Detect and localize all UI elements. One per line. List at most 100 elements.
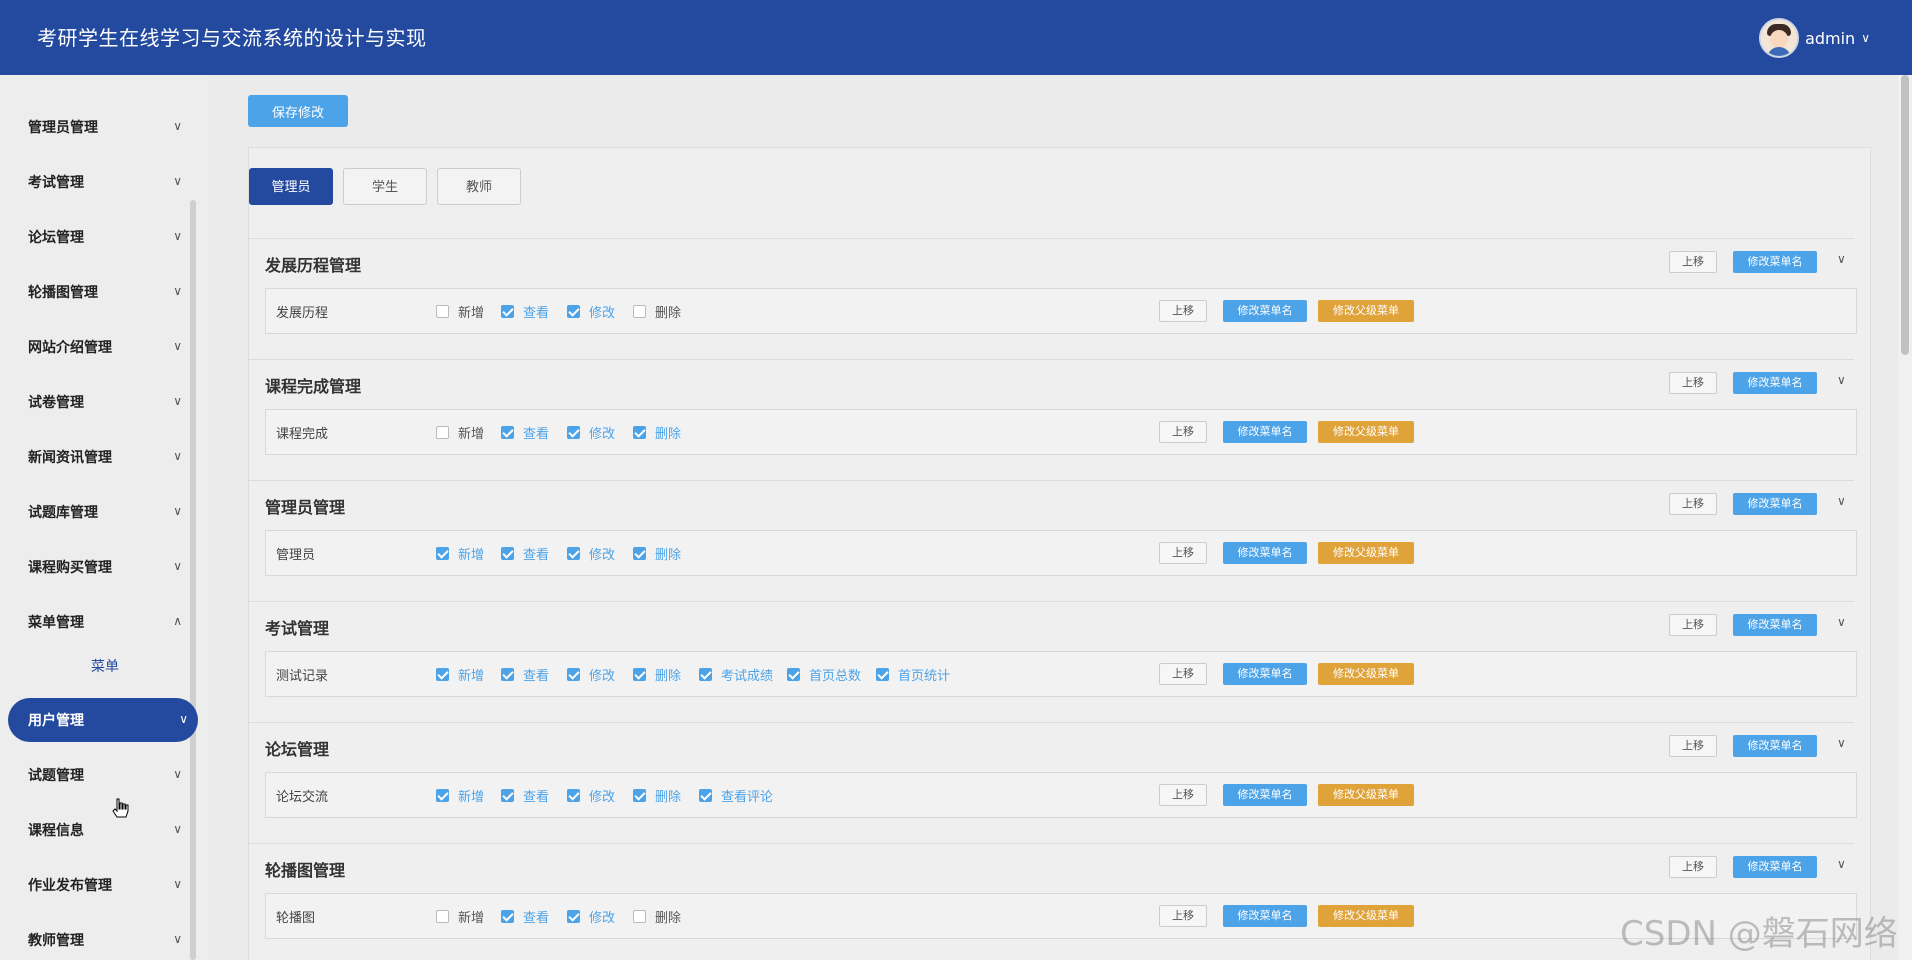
row-rename-button[interactable]: 修改菜单名 — [1223, 542, 1307, 564]
row-move-up-button[interactable]: 上移 — [1159, 300, 1207, 322]
checkbox-icon[interactable] — [567, 426, 580, 439]
sidebar-item-carousel-management[interactable]: 轮播图管理 ∨ — [0, 270, 200, 314]
permission-checkbox[interactable]: 查看 — [501, 302, 549, 321]
chevron-down-icon[interactable]: ∨ — [1837, 252, 1846, 266]
sidebar-subitem-menu[interactable]: 菜单 — [0, 649, 200, 685]
sidebar-item-course-purchase-management[interactable]: 课程购买管理 ∨ — [0, 545, 200, 589]
row-change-parent-button[interactable]: 修改父级菜单 — [1318, 542, 1414, 564]
sidebar-item-question-bank-management[interactable]: 试题库管理 ∨ — [0, 490, 200, 534]
permission-checkbox[interactable]: 修改 — [567, 665, 615, 684]
row-rename-button[interactable]: 修改菜单名 — [1223, 905, 1307, 927]
checkbox-icon[interactable] — [633, 305, 646, 318]
row-change-parent-button[interactable]: 修改父级菜单 — [1318, 784, 1414, 806]
sidebar-item-forum-management[interactable]: 论坛管理 ∨ — [0, 215, 200, 259]
checkbox-icon[interactable] — [436, 789, 449, 802]
group-move-up-button[interactable]: 上移 — [1669, 735, 1717, 757]
permission-checkbox[interactable]: 修改 — [567, 423, 615, 442]
checkbox-icon[interactable] — [633, 426, 646, 439]
permission-checkbox[interactable]: 新增 — [436, 302, 484, 321]
sidebar-item-exam-management[interactable]: 考试管理 ∨ — [0, 160, 200, 204]
checkbox-icon[interactable] — [436, 547, 449, 560]
chevron-down-icon[interactable]: ∨ — [1837, 615, 1846, 629]
group-rename-button[interactable]: 修改菜单名 — [1733, 493, 1817, 515]
checkbox-icon[interactable] — [633, 547, 646, 560]
permission-checkbox[interactable]: 删除 — [633, 665, 681, 684]
permission-checkbox[interactable]: 删除 — [633, 907, 681, 926]
scrollbar-thumb[interactable] — [1901, 75, 1909, 355]
permission-checkbox[interactable]: 修改 — [567, 544, 615, 563]
row-change-parent-button[interactable]: 修改父级菜单 — [1318, 905, 1414, 927]
tab-admin[interactable]: 管理员 — [249, 168, 333, 205]
sidebar-item-user-management[interactable]: 用户管理 ∨ — [8, 698, 198, 742]
permission-checkbox[interactable]: 删除 — [633, 302, 681, 321]
row-rename-button[interactable]: 修改菜单名 — [1223, 421, 1307, 443]
permission-checkbox[interactable]: 首页总数 — [787, 665, 861, 684]
row-rename-button[interactable]: 修改菜单名 — [1223, 663, 1307, 685]
group-move-up-button[interactable]: 上移 — [1669, 856, 1717, 878]
row-move-up-button[interactable]: 上移 — [1159, 542, 1207, 564]
group-rename-button[interactable]: 修改菜单名 — [1733, 735, 1817, 757]
tab-teacher[interactable]: 教师 — [437, 168, 521, 205]
permission-checkbox[interactable]: 修改 — [567, 302, 615, 321]
sidebar-item-homework-management[interactable]: 作业发布管理 ∨ — [0, 863, 200, 907]
checkbox-icon[interactable] — [501, 910, 514, 923]
checkbox-icon[interactable] — [567, 910, 580, 923]
user-menu[interactable]: admin ∨ — [1759, 18, 1870, 58]
checkbox-icon[interactable] — [436, 426, 449, 439]
group-rename-button[interactable]: 修改菜单名 — [1733, 856, 1817, 878]
sidebar-item-site-intro-management[interactable]: 网站介绍管理 ∨ — [0, 325, 200, 369]
checkbox-icon[interactable] — [501, 305, 514, 318]
chevron-down-icon[interactable]: ∨ — [1837, 857, 1846, 871]
permission-checkbox[interactable]: 新增 — [436, 786, 484, 805]
permission-checkbox[interactable]: 查看 — [501, 423, 549, 442]
row-move-up-button[interactable]: 上移 — [1159, 421, 1207, 443]
permission-checkbox[interactable]: 查看 — [501, 786, 549, 805]
row-move-up-button[interactable]: 上移 — [1159, 905, 1207, 927]
group-move-up-button[interactable]: 上移 — [1669, 251, 1717, 273]
sidebar-item-course-info[interactable]: 课程信息 ∨ — [0, 808, 200, 852]
permission-checkbox[interactable]: 查看 — [501, 665, 549, 684]
permission-checkbox[interactable]: 查看 — [501, 907, 549, 926]
group-move-up-button[interactable]: 上移 — [1669, 493, 1717, 515]
checkbox-icon[interactable] — [633, 668, 646, 681]
group-move-up-button[interactable]: 上移 — [1669, 614, 1717, 636]
chevron-down-icon[interactable]: ∨ — [1837, 494, 1846, 508]
permission-checkbox[interactable]: 删除 — [633, 544, 681, 563]
tab-student[interactable]: 学生 — [343, 168, 427, 205]
row-rename-button[interactable]: 修改菜单名 — [1223, 784, 1307, 806]
permission-checkbox[interactable]: 查看评论 — [699, 786, 773, 805]
chevron-down-icon[interactable]: ∨ — [1837, 373, 1846, 387]
checkbox-icon[interactable] — [699, 789, 712, 802]
avatar[interactable] — [1759, 18, 1800, 58]
permission-checkbox[interactable]: 新增 — [436, 423, 484, 442]
sidebar-item-admin-management[interactable]: 管理员管理 ∨ — [0, 105, 200, 149]
group-rename-button[interactable]: 修改菜单名 — [1733, 614, 1817, 636]
checkbox-icon[interactable] — [436, 668, 449, 681]
chevron-down-icon[interactable]: ∨ — [1837, 736, 1846, 750]
page-scrollbar[interactable] — [1898, 75, 1912, 960]
checkbox-icon[interactable] — [633, 789, 646, 802]
permission-checkbox[interactable]: 修改 — [567, 786, 615, 805]
checkbox-icon[interactable] — [436, 910, 449, 923]
sidebar-item-menu-management[interactable]: 菜单管理 ∧ — [0, 600, 200, 644]
sidebar-item-paper-management[interactable]: 试卷管理 ∨ — [0, 380, 200, 424]
group-rename-button[interactable]: 修改菜单名 — [1733, 372, 1817, 394]
checkbox-icon[interactable] — [501, 426, 514, 439]
sidebar-item-teacher-management[interactable]: 教师管理 ∨ — [0, 918, 200, 960]
group-rename-button[interactable]: 修改菜单名 — [1733, 251, 1817, 273]
checkbox-icon[interactable] — [876, 668, 889, 681]
row-rename-button[interactable]: 修改菜单名 — [1223, 300, 1307, 322]
sidebar-item-news-management[interactable]: 新闻资讯管理 ∨ — [0, 435, 200, 479]
permission-checkbox[interactable]: 首页统计 — [876, 665, 950, 684]
row-change-parent-button[interactable]: 修改父级菜单 — [1318, 663, 1414, 685]
username[interactable]: admin — [1805, 29, 1855, 48]
permission-checkbox[interactable]: 新增 — [436, 544, 484, 563]
checkbox-icon[interactable] — [567, 547, 580, 560]
chevron-down-icon[interactable]: ∨ — [1861, 31, 1870, 45]
checkbox-icon[interactable] — [567, 668, 580, 681]
save-changes-button[interactable]: 保存修改 — [248, 95, 348, 127]
checkbox-icon[interactable] — [501, 668, 514, 681]
checkbox-icon[interactable] — [787, 668, 800, 681]
checkbox-icon[interactable] — [436, 305, 449, 318]
row-change-parent-button[interactable]: 修改父级菜单 — [1318, 421, 1414, 443]
